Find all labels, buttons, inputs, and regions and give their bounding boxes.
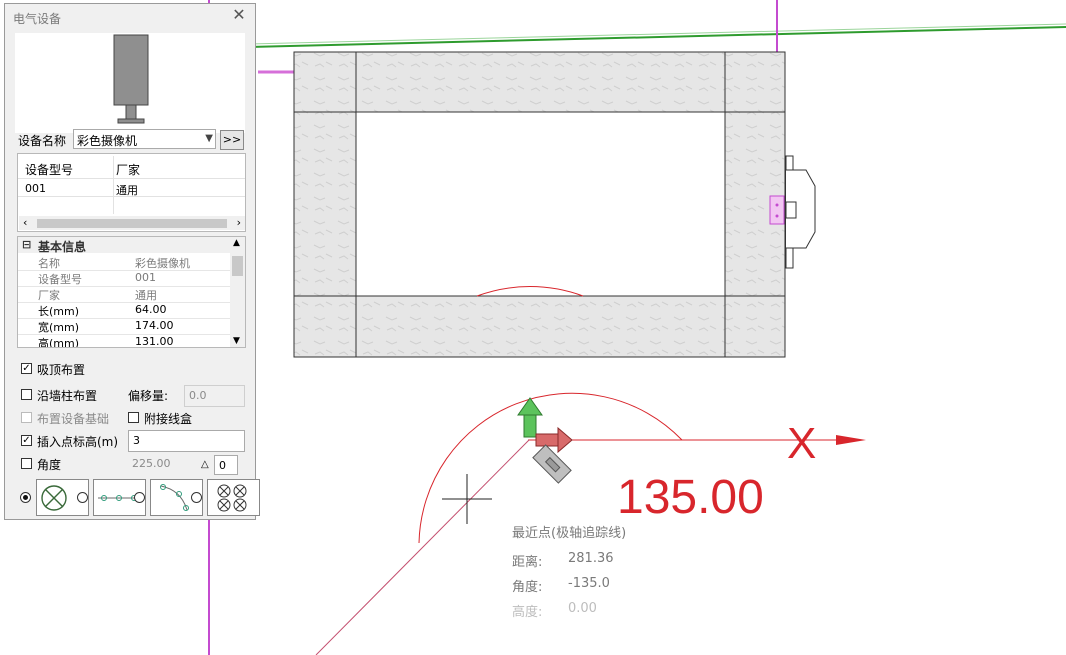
model-grid: 设备型号 厂家 001 通用 ‹ › — [17, 153, 246, 232]
junction-box-checkbox[interactable] — [128, 412, 139, 423]
crosshair-cursor — [442, 474, 492, 524]
prop-row-maker[interactable]: 厂家 通用 — [18, 286, 230, 303]
device-base-label: 布置设备基础 — [37, 412, 110, 426]
chevron-right-icon[interactable]: › — [237, 216, 241, 229]
wall-room — [293, 51, 786, 358]
angle-value: -135.0 — [568, 576, 610, 591]
chevron-left-icon[interactable]: ‹ — [23, 216, 27, 229]
mode-grid-radio[interactable] — [191, 492, 202, 503]
height-label: 高度: — [512, 605, 543, 620]
prop-row-length[interactable]: 长(mm) 64.00 — [18, 302, 230, 319]
property-grid: ⊟ 基本信息 名称 彩色摄像机 设备型号 001 厂家 通用 长(mm) 64.00 宽… — [17, 236, 246, 348]
distance-value: 281.36 — [568, 551, 614, 566]
device-preview — [15, 33, 245, 133]
mode-line-radio[interactable] — [77, 492, 88, 503]
height-value: 0.00 — [568, 601, 597, 616]
table-cell[interactable]: 通用 — [116, 182, 138, 198]
chevron-up-icon[interactable]: ▲ — [233, 238, 240, 248]
offset-label: 偏移量: — [128, 389, 169, 403]
angle-label: 角度 — [37, 458, 62, 472]
scroll-thumb[interactable] — [232, 256, 243, 276]
chevron-down-icon[interactable]: ▼ — [233, 336, 240, 346]
prop-group-header[interactable]: ⊟ 基本信息 — [18, 237, 230, 254]
device-name-select[interactable]: 彩色摄像机 ▼ — [73, 129, 216, 149]
device-name-value: 彩色摄像机 — [77, 134, 138, 148]
device-base-checkbox[interactable] — [21, 412, 32, 423]
triangle-icon: △ — [201, 459, 209, 470]
vertical-scrollbar[interactable]: ▲ ▼ — [230, 237, 245, 347]
ceiling-label: 吸顶布置 — [37, 363, 86, 377]
angle-readout: 135.00 — [617, 471, 764, 524]
more-button[interactable]: >> — [220, 130, 244, 150]
junction-box-label: 附接线盒 — [144, 412, 193, 426]
wall-column-checkbox[interactable] — [21, 389, 32, 400]
offset-input[interactable]: 0.0 — [184, 385, 245, 407]
scroll-thumb[interactable] — [37, 219, 227, 228]
snap-title: 最近点(极轴追踪线) — [512, 526, 627, 541]
prop-row-model[interactable]: 设备型号 001 — [18, 270, 230, 287]
table-row[interactable]: 001 — [25, 182, 46, 195]
grid-header-model: 设备型号 — [25, 163, 74, 177]
collapse-icon[interactable]: ⊟ — [22, 238, 31, 251]
x-axis-label: X — [787, 419, 816, 468]
mode-single-radio[interactable] — [20, 492, 31, 503]
angle-label: 角度: — [512, 580, 543, 595]
insert-height-input[interactable]: 3 — [128, 430, 245, 452]
angle-step-input[interactable]: 0 — [214, 455, 238, 475]
wall-column-label: 沿墙柱布置 — [37, 389, 98, 403]
prop-row-width[interactable]: 宽(mm) 174.00 — [18, 318, 230, 335]
angle-checkbox[interactable] — [21, 458, 32, 469]
insert-height-checkbox[interactable]: ✓ — [21, 435, 32, 446]
electrical-device-panel: 电气设备 ✕ 设备名称 彩色摄像机 ▼ >> 设备型号 厂家 001 通用 ‹ … — [4, 3, 260, 520]
x-axis-arrow — [836, 435, 866, 445]
green-axis-line — [249, 26, 1066, 48]
distance-label: 距离: — [512, 555, 543, 570]
angle-input[interactable]: 225.00 — [128, 454, 198, 476]
insert-height-label: 插入点标高(m) — [37, 435, 119, 449]
ucs-gizmo — [517, 397, 573, 454]
prop-row-height[interactable]: 高(mm) 131.00 — [18, 334, 230, 347]
panel-title: 电气设备 — [13, 12, 62, 26]
prop-row-name[interactable]: 名称 彩色摄像机 — [18, 254, 230, 271]
ceiling-checkbox[interactable]: ✓ — [21, 363, 32, 374]
polar-tracking-line — [315, 439, 530, 655]
prop-group-title: 基本信息 — [38, 240, 87, 254]
camera-symbol — [532, 444, 572, 484]
grid-header-maker: 厂家 — [116, 163, 141, 177]
device-name-label: 设备名称 — [18, 134, 67, 148]
mode-grid-button[interactable] — [207, 479, 260, 516]
horizontal-scrollbar[interactable]: ‹ › — [19, 216, 245, 230]
mode-arc-radio[interactable] — [134, 492, 145, 503]
close-icon[interactable]: ✕ — [231, 6, 247, 24]
chevron-down-icon: ▼ — [205, 133, 213, 144]
